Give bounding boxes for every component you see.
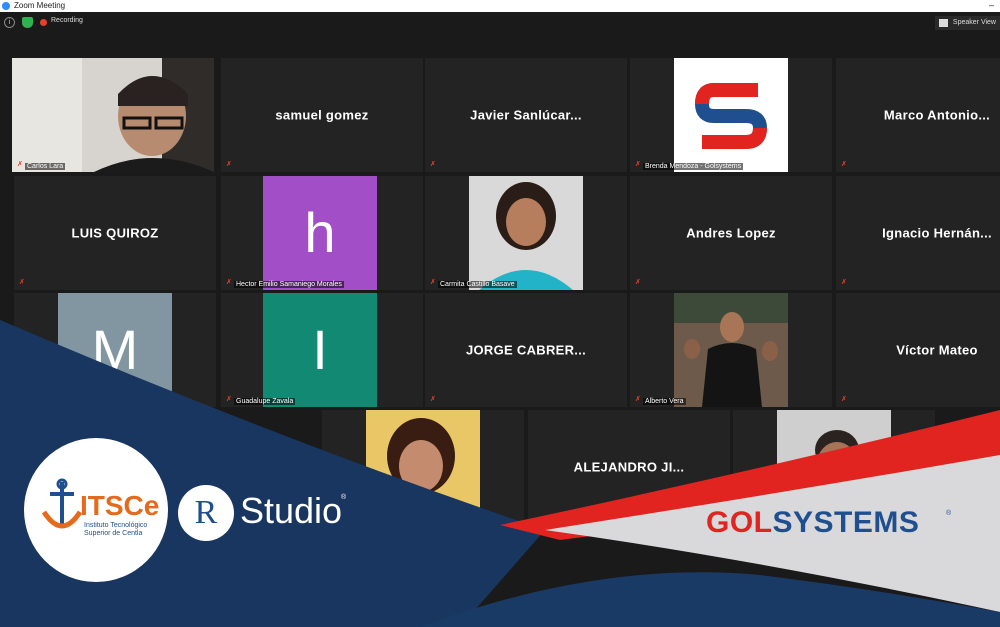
participant-tile[interactable]: Ignacio Hernán... ✗ (836, 176, 1000, 290)
participant-name-label: Guadalupe Zavala (234, 398, 296, 405)
participant-video (12, 58, 214, 172)
participant-tile[interactable]: Javier Sanlúcar... ✗ (425, 58, 627, 172)
participant-tile[interactable]: Víctor Mateo ✗ (836, 293, 1000, 407)
participant-tile[interactable]: Marco Antonio... ✗ (836, 58, 1000, 172)
participant-photo (366, 410, 480, 524)
muted-mic-icon: ✗ (841, 161, 847, 168)
muted-mic-icon: ✗ (635, 396, 641, 403)
minimize-button[interactable]: – (989, 0, 994, 11)
participant-tile[interactable]: ALEJANDRO JI... (528, 410, 730, 524)
muted-mic-icon: ✗ (226, 161, 232, 168)
participant-name: Víctor Mateo (896, 342, 978, 358)
participant-tile[interactable]: samuel gomez ✗ (221, 58, 423, 172)
participant-name: Marco Antonio... (883, 107, 991, 123)
participant-tile-photo[interactable] (322, 410, 524, 524)
participant-tile-avatar[interactable]: M (14, 293, 216, 407)
window-titlebar: Zoom Meeting – (0, 0, 1000, 12)
rstudio-logo-mark: R (178, 485, 234, 541)
participant-name: ALEJANDRO JI... (573, 459, 685, 475)
rstudio-logo-text: Studio (240, 490, 343, 531)
rstudio-registered-mark: ® (341, 494, 347, 501)
muted-mic-icon: ✗ (226, 396, 232, 403)
participant-tile[interactable]: JORGE CABRER... ✗ (425, 293, 627, 407)
view-icon (938, 19, 948, 27)
muted-mic-icon: ✗ (430, 279, 436, 286)
golsystems-registered-mark: ® (946, 510, 952, 517)
participant-name: LUIS QUIROZ (71, 225, 159, 241)
golsystems-logo-part: S (772, 506, 794, 539)
participant-initial-avatar: I (263, 293, 377, 407)
zoom-app-icon (2, 2, 10, 10)
speaker-view-button[interactable]: Speaker View (934, 16, 1000, 30)
participant-initial-avatar: M (58, 293, 172, 407)
participant-tile-photo[interactable]: ✗ Carmita Castillo Basave (425, 176, 627, 290)
speaker-view-label: Speaker View (952, 19, 996, 26)
participant-tile[interactable]: Andres Lopez ✗ (630, 176, 832, 290)
participant-name-label: Hector Emilio Samaniego Morales (234, 281, 344, 288)
itsce-logo-text: ITSCe (80, 490, 160, 521)
muted-mic-icon: ✗ (17, 161, 23, 168)
security-shield-icon[interactable] (22, 17, 33, 28)
participant-photo (469, 176, 583, 290)
participant-name-label: Brenda Mendoza - Golsystems (643, 163, 744, 170)
participant-tile-photo[interactable]: ✗ Alberto Vera (630, 293, 832, 407)
muted-mic-icon: ✗ (635, 161, 641, 168)
participant-name-label: Alberto Vera (643, 398, 686, 405)
participant-tile[interactable]: LUIS QUIROZ ✗ (14, 176, 216, 290)
muted-mic-icon: ✗ (635, 279, 641, 286)
golsystems-logo-avatar (674, 58, 788, 172)
itsce-subtitle-line: Instituto Tecnológico (84, 522, 148, 529)
golsystems-logo-text: GOLSYSTEMS (706, 506, 919, 540)
golsystems-logo-part: YSTEMS (793, 506, 920, 539)
muted-mic-icon: ✗ (19, 279, 25, 286)
muted-mic-icon: ✗ (226, 279, 232, 286)
recording-dot-icon (40, 19, 47, 26)
participant-tile-video[interactable]: ✗ Carlos Lara (12, 58, 214, 172)
golsystems-logo-part: GOL (706, 506, 773, 539)
muted-mic-icon: ✗ (841, 396, 847, 403)
participant-name: Andres Lopez (686, 225, 776, 241)
participant-name: Ignacio Hernán... (882, 225, 992, 241)
participant-initial-avatar: h (263, 176, 377, 290)
muted-mic-icon: ✗ (430, 396, 436, 403)
muted-mic-icon: ✗ (841, 279, 847, 286)
participant-photo (674, 293, 788, 407)
recording-label: Recording (51, 17, 83, 24)
participant-name: Javier Sanlúcar... (470, 107, 582, 123)
participant-name-label: Carlos Lara (25, 163, 66, 170)
participant-name: samuel gomez (275, 107, 369, 123)
anchor-icon (41, 478, 83, 529)
participant-name-label: Carmita Castillo Basave (438, 281, 517, 288)
itsce-subtitle: Instituto Tecnológico Superior de Centla (84, 522, 164, 538)
participant-tile-logo[interactable]: ✗ Brenda Mendoza - Golsystems (630, 58, 832, 172)
itsce-subtitle-line: Superior de Centla (84, 530, 143, 537)
muted-mic-icon: ✗ (430, 161, 436, 168)
window-title: Zoom Meeting (14, 1, 66, 10)
participant-tile-avatar[interactable]: h ✗ Hector Emilio Samaniego Morales (221, 176, 423, 290)
meeting-info-icon[interactable]: i (4, 17, 15, 28)
meeting-toolbar: i Recording Speaker View (0, 12, 1000, 34)
participant-tile-avatar[interactable]: I ✗ Guadalupe Zavala (221, 293, 423, 407)
participant-name: JORGE CABRER... (465, 342, 587, 358)
